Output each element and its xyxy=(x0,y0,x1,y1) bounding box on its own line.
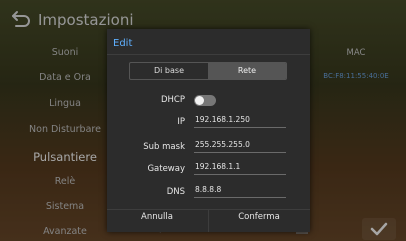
ip-label: IP xyxy=(177,117,185,127)
dns-label: DNS xyxy=(166,187,185,197)
subnet-label: Sub mask xyxy=(143,142,185,152)
mode-segmented-control: Di base Rete xyxy=(129,62,287,80)
confirm-button[interactable]: Conferma xyxy=(209,212,309,222)
edit-dialog: Edit Di base Rete DHCP IP 192.168.1.250 … xyxy=(107,29,310,232)
ip-field[interactable]: 192.168.1.250 xyxy=(194,113,286,128)
tab-rete[interactable]: Rete xyxy=(208,63,286,79)
settings-screen: Impostazioni Suoni Data e Ora Lingua Non… xyxy=(0,0,406,241)
cancel-button[interactable]: Annulla xyxy=(107,212,207,222)
dns-field[interactable]: 8.8.8.8 xyxy=(194,183,286,198)
subnet-field[interactable]: 255.255.255.0 xyxy=(194,138,286,153)
gateway-field[interactable]: 192.168.1.1 xyxy=(194,160,286,175)
gateway-label: Gateway xyxy=(147,164,185,174)
tab-di-base[interactable]: Di base xyxy=(130,63,208,79)
dhcp-toggle[interactable] xyxy=(194,95,216,106)
dhcp-label: DHCP xyxy=(161,95,185,105)
toggle-knob xyxy=(195,96,204,105)
dialog-title: Edit xyxy=(113,38,133,49)
dialog-title-divider xyxy=(107,54,310,55)
